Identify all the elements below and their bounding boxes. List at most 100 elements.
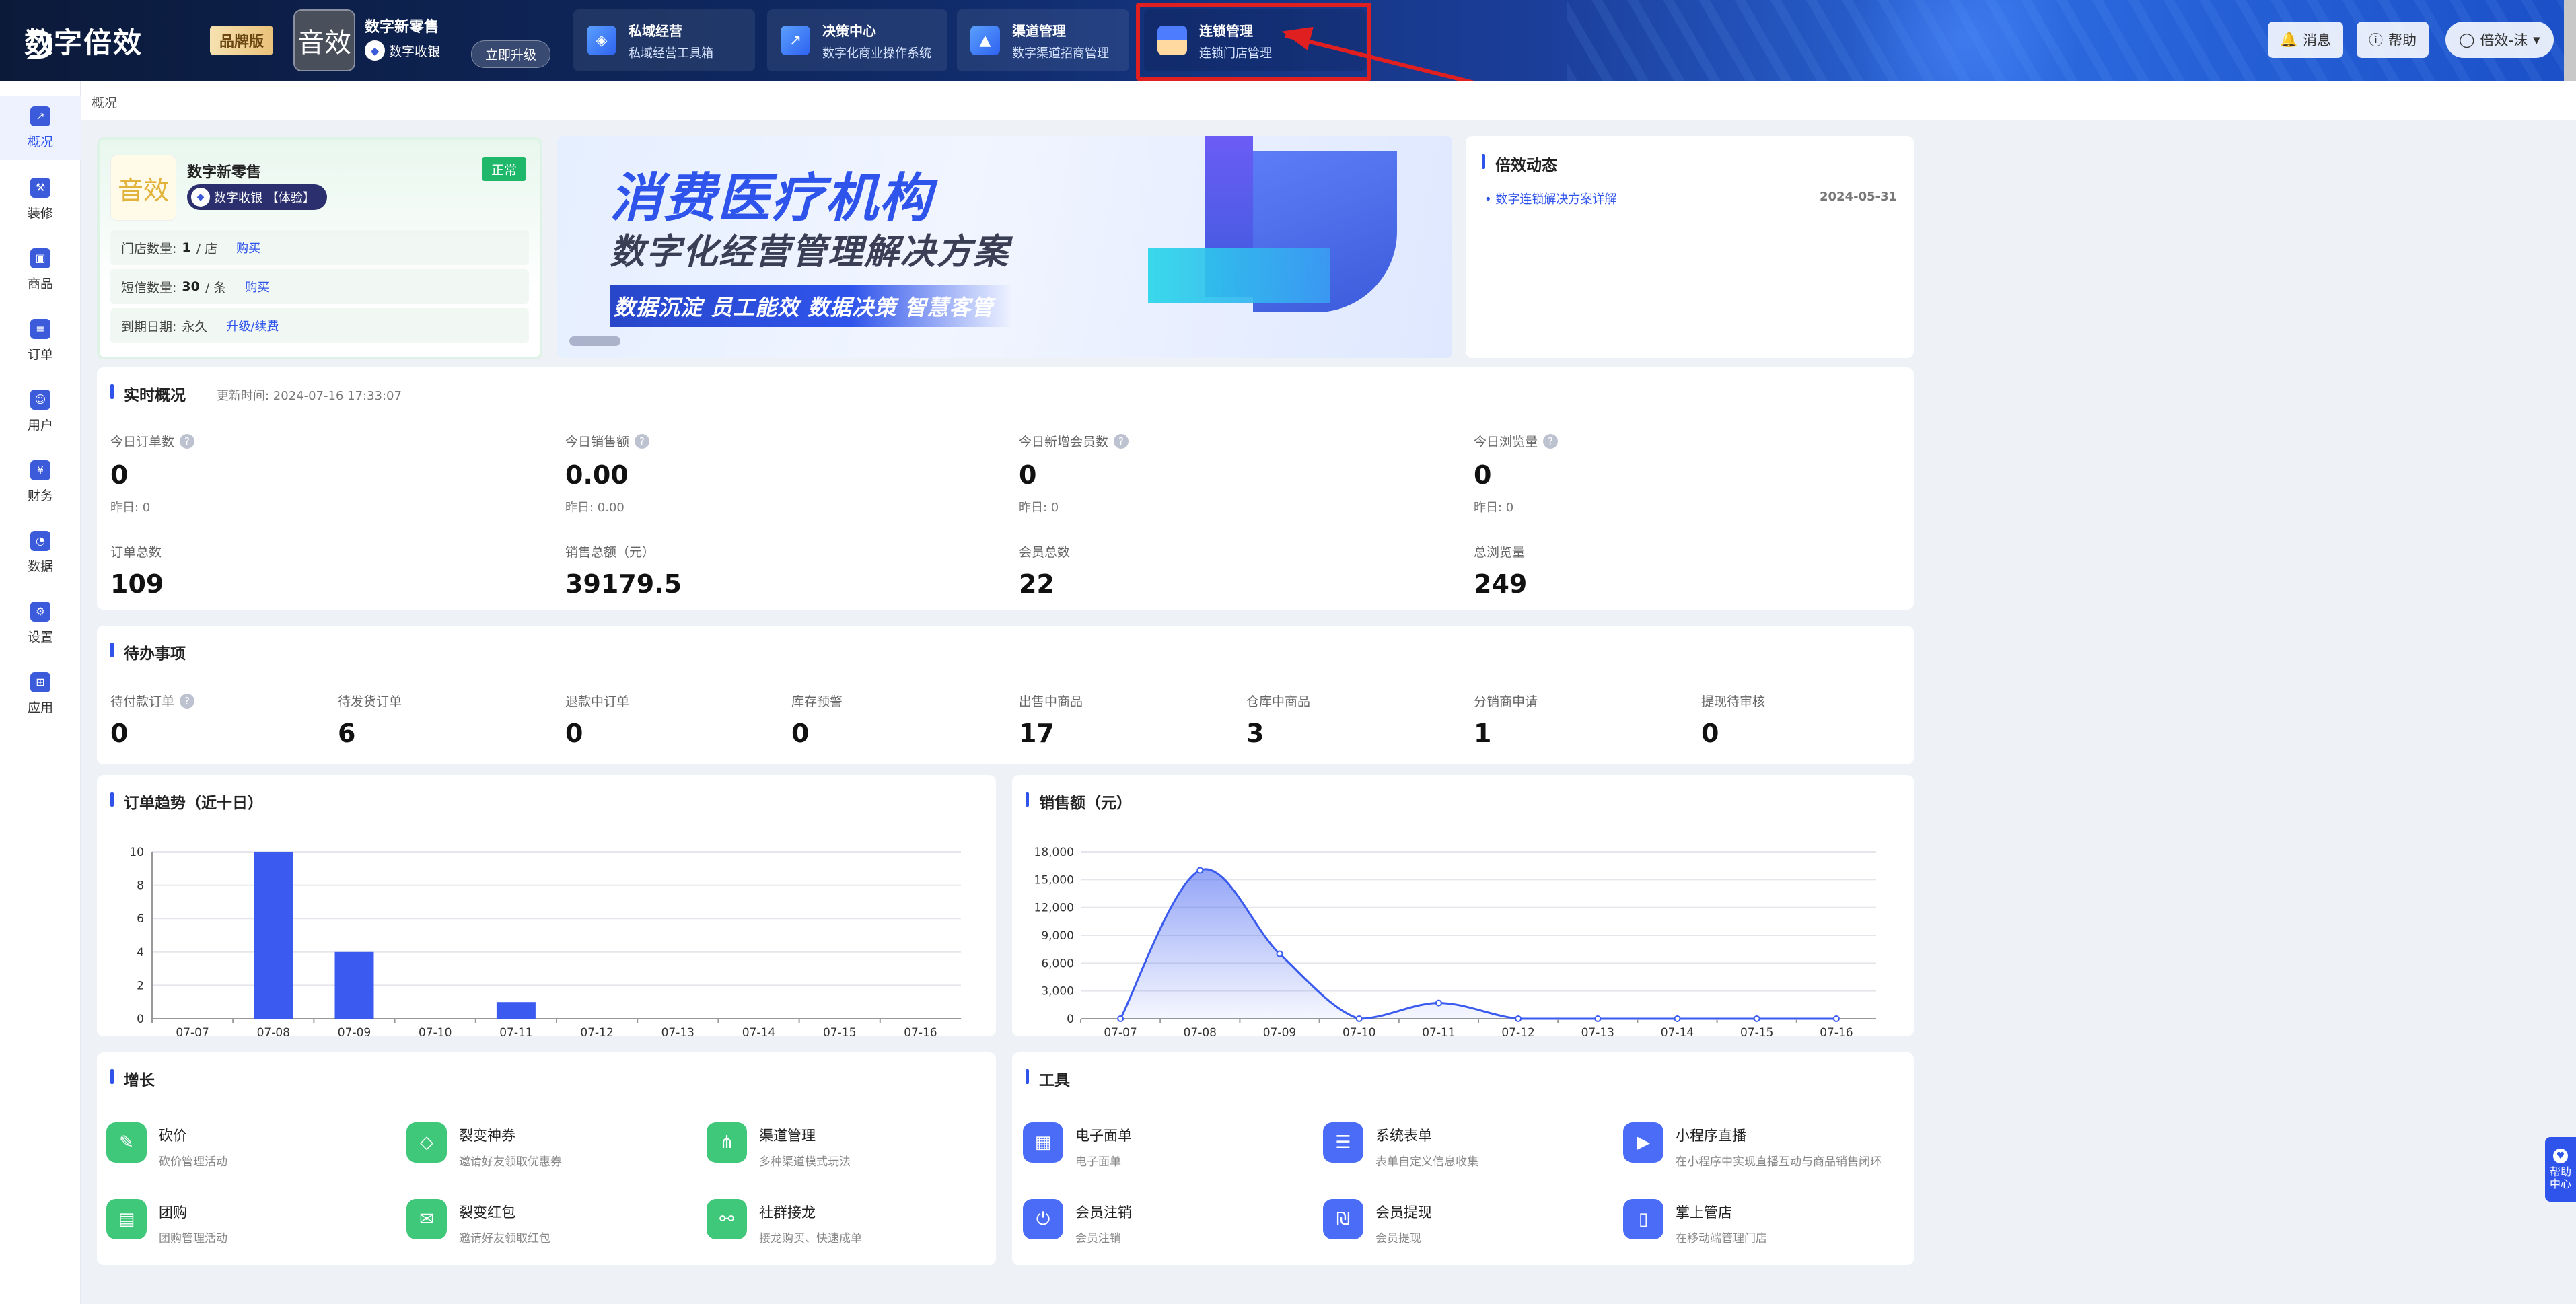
feature-subtitle: 会员提现: [1375, 1232, 1421, 1245]
todo-label[interactable]: 提现待审核: [1701, 692, 1765, 710]
withdraw-icon: ₪: [1323, 1199, 1363, 1239]
sidebar-item-finance[interactable]: ¥ 财务: [0, 449, 81, 514]
renew-link[interactable]: 升级/续费: [226, 317, 279, 334]
messages-button[interactable]: 🔔 消息: [2268, 22, 2344, 58]
store-tag-label: 数字收银: [389, 44, 441, 59]
sidebar-item-orders[interactable]: ≡ 订单: [0, 308, 81, 373]
store-name: 数字新零售: [365, 19, 439, 36]
feature-title: 团购: [159, 1204, 187, 1221]
sidebar-item-goods[interactable]: ▣ 商品: [0, 238, 81, 302]
todo-value[interactable]: 6: [338, 719, 355, 748]
data-point: [1117, 1015, 1124, 1022]
feature-subtitle: 在移动端管理门店: [1676, 1232, 1767, 1245]
sidebar-item-overview[interactable]: ↗ 概况: [0, 96, 81, 160]
buy-sms-link[interactable]: 购买: [245, 278, 269, 295]
feature-title: 掌上管店: [1676, 1204, 1732, 1221]
apps-icon: ⊞: [30, 672, 50, 692]
app-logo[interactable]: 数字倍效: [17, 15, 141, 66]
growth-item-channel[interactable]: ⋔ 渠道管理 多种渠道模式玩法: [707, 1122, 851, 1169]
carousel-indicator[interactable]: [569, 336, 620, 346]
feature-title: 砍价: [159, 1128, 187, 1144]
todo-label[interactable]: 待付款订单?: [110, 692, 195, 710]
store-avatar[interactable]: 音效: [293, 9, 355, 71]
tool-item-form[interactable]: ☰ 系统表单 表单自定义信息收集: [1323, 1122, 1478, 1169]
feature-title: 系统表单: [1375, 1128, 1432, 1144]
growth-title: 增长: [110, 1067, 155, 1090]
todo-value[interactable]: 17: [1019, 719, 1054, 748]
todo-label[interactable]: 仓库中商品: [1246, 692, 1310, 710]
growth-item-bargain[interactable]: ✎ 砍价 砍价管理活动: [106, 1122, 227, 1169]
todo-label[interactable]: 分销商申请: [1474, 692, 1538, 710]
x-tick-label: 07-09: [338, 1026, 371, 1036]
sidebar-item-data[interactable]: ◔ 数据: [0, 520, 81, 585]
x-tick-label: 07-11: [499, 1026, 532, 1036]
sidebar-item-settings[interactable]: ⚙ 设置: [0, 591, 81, 655]
sidebar-item-apps[interactable]: ⊞ 应用: [0, 661, 81, 726]
breadcrumb: 概况: [92, 96, 118, 110]
help-tooltip-icon[interactable]: ?: [180, 433, 195, 449]
y-tick-label: 3,000: [1041, 985, 1074, 999]
growth-item-coupon[interactable]: ◇ 裂变神券 邀请好友领取优惠券: [406, 1122, 562, 1169]
promo-banner[interactable]: 消费医疗机构 数字化经营管理解决方案 数据沉淀 员工能效 数据决策 智慧客管: [557, 136, 1452, 358]
todo-value[interactable]: 3: [1246, 719, 1264, 748]
buy-store-link[interactable]: 购买: [236, 239, 260, 256]
store-plan-tag: ◆ 数字收银 【体验】: [187, 184, 327, 210]
scrollbar[interactable]: [2564, 0, 2576, 81]
y-tick-label: 15,000: [1034, 873, 1074, 887]
stat-yesterday: 昨日: 0: [110, 501, 151, 515]
help-center-float-button[interactable]: ♥ 帮助中心: [2545, 1137, 2576, 1202]
tool-item-waybill[interactable]: ▦ 电子面单 电子面单: [1023, 1122, 1132, 1169]
user-menu[interactable]: ◯ 倍效-沫 ▾: [2445, 22, 2554, 58]
help-tooltip-icon[interactable]: ?: [1543, 433, 1559, 449]
module-private-domain[interactable]: ◈ 私域经营 私域经营工具箱: [573, 9, 755, 71]
sidebar-item-decorate[interactable]: ⚒ 装修: [0, 167, 81, 231]
sidebar-item-users[interactable]: ☺ 用户: [0, 379, 81, 443]
tool-item-withdraw[interactable]: ₪ 会员提现 会员提现: [1323, 1199, 1432, 1245]
total-label: 订单总数: [110, 545, 162, 560]
todo-value[interactable]: 0: [791, 719, 809, 748]
x-tick-label: 07-08: [1184, 1026, 1217, 1036]
data-point: [1435, 999, 1442, 1007]
tool-item-member-cancel[interactable]: ⏻ 会员注销 会员注销: [1023, 1199, 1132, 1245]
store-name: 数字新零售: [187, 164, 262, 181]
todo-label[interactable]: 待发货订单: [338, 692, 402, 710]
y-tick-label: 10: [129, 846, 144, 859]
growth-item-group-buy[interactable]: ▤ 团购 团购管理活动: [106, 1199, 227, 1245]
y-tick-label: 6,000: [1041, 957, 1074, 970]
todo-label[interactable]: 库存预警: [791, 692, 843, 710]
stat-value: 0: [110, 460, 129, 490]
todo-label[interactable]: 退款中订单: [565, 692, 629, 710]
sidebar-item-label: 应用: [27, 700, 53, 715]
store-count-unit: / 店: [196, 241, 218, 256]
todo-value[interactable]: 1: [1474, 719, 1491, 748]
feature-subtitle: 在小程序中实现直播互动与商品销售闭环: [1676, 1155, 1882, 1169]
mobile-store-icon: ▯: [1623, 1199, 1663, 1239]
module-title: 决策中心: [822, 22, 876, 39]
store-logo: 音效: [110, 155, 176, 221]
help-tooltip-icon[interactable]: ?: [1114, 433, 1129, 449]
news-item-link[interactable]: • 数字连锁解决方案详解: [1484, 190, 1616, 207]
growth-item-red-packet[interactable]: ✉ 裂变红包 邀请好友领取红包: [406, 1199, 550, 1245]
sms-count-value: 30: [182, 279, 200, 294]
todo-value[interactable]: 0: [1701, 719, 1719, 748]
todo-label[interactable]: 出售中商品: [1019, 692, 1083, 710]
module-decision-center[interactable]: ↗ 决策中心 数字化商业操作系统: [767, 9, 947, 71]
tool-item-live[interactable]: ▶ 小程序直播 在小程序中实现直播互动与商品销售闭环: [1623, 1122, 1906, 1169]
store-count-label: 门店数量:: [121, 241, 177, 256]
todo-value[interactable]: 0: [565, 719, 583, 748]
goods-icon: ▣: [30, 248, 50, 268]
chat-bubble-icon: ♥: [2553, 1149, 2568, 1164]
store-plan-label: 数字收银 【体验】: [214, 191, 315, 205]
module-subtitle: 数字渠道招商管理: [1012, 46, 1109, 61]
expire-row: 到期日期: 永久 升级/续费: [110, 308, 529, 343]
module-channel[interactable]: ▲ 渠道管理 数字渠道招商管理: [957, 9, 1129, 71]
updated-time: 更新时间: 2024-07-16 17:33:07: [217, 389, 402, 403]
tool-item-mobile-store[interactable]: ▯ 掌上管店在移动端管理门店: [1623, 1199, 1767, 1245]
order-icon: ≡: [30, 318, 50, 339]
todo-value[interactable]: 0: [110, 719, 128, 748]
upgrade-button[interactable]: 立即升级: [471, 40, 551, 68]
help-button[interactable]: ⓘ 帮助: [2357, 22, 2429, 58]
help-tooltip-icon[interactable]: ?: [180, 693, 195, 709]
growth-item-community[interactable]: ⚯ 社群接龙 接龙购买、快速成单: [707, 1199, 862, 1245]
help-tooltip-icon[interactable]: ?: [635, 433, 650, 449]
